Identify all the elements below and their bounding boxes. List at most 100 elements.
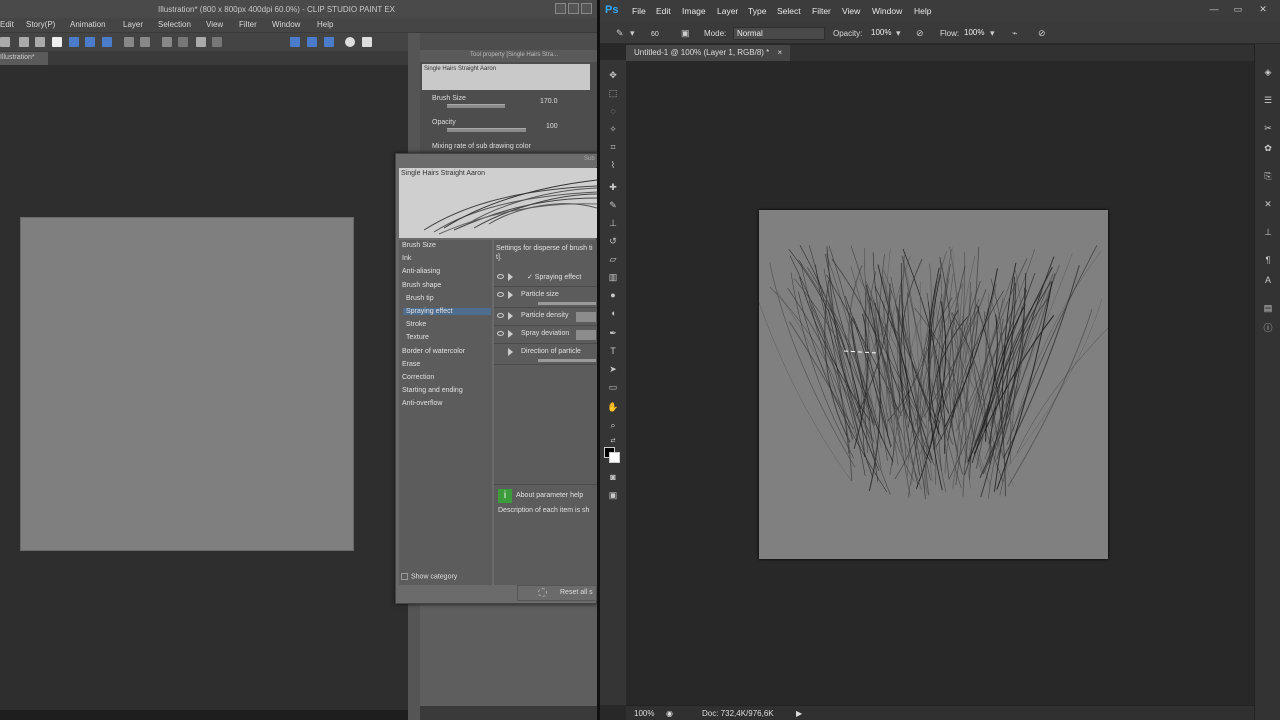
path-select-icon[interactable]: ➤ [607,364,619,375]
healing-brush-icon[interactable]: ✚ [607,182,619,193]
category-erase[interactable]: Erase [402,361,420,368]
expand-icon[interactable] [508,312,513,320]
marquee-tool-icon[interactable]: ⬚ [607,88,619,99]
quick-mask-icon[interactable]: ◙ [607,472,619,483]
particle-size-slider[interactable] [538,302,596,305]
background-color-swatch[interactable] [609,452,620,463]
pressure-opacity-icon[interactable]: ⊘ [916,28,927,39]
paragraph-icon[interactable]: ¶ [1262,254,1274,266]
opacity-slider[interactable] [447,128,526,132]
ruler-icon[interactable] [307,37,317,47]
brush-tool-icon[interactable]: ✎ [616,28,627,39]
hand-tool-icon[interactable]: ✋ [607,402,619,413]
direction-of-particle-slider[interactable] [538,359,596,362]
category-stroke[interactable]: Stroke [406,321,426,328]
character-icon[interactable]: A [1262,274,1274,286]
zoom-tool-icon[interactable]: ⌕ [607,420,619,431]
screen-mode-icon[interactable]: ▣ [607,490,619,501]
particle-density-field[interactable] [576,312,596,322]
page-icon[interactable] [52,37,62,47]
eye-icon[interactable] [497,292,504,297]
expand-icon[interactable] [508,348,513,356]
ps-document-tab[interactable]: Untitled-1 @ 100% (Layer 1, RGB/8) * × [626,45,791,61]
dodge-icon[interactable]: ◖ [607,308,619,319]
save-icon[interactable] [35,37,45,47]
csp-menu-filter[interactable]: Filter [239,20,257,29]
chevron-down-icon[interactable]: ▾ [896,28,907,39]
opacity-field[interactable]: 100% [868,27,896,40]
category-starting-and-ending[interactable]: Starting and ending [402,387,463,394]
ps-menu-filter[interactable]: Filter [812,6,831,16]
undo-icon[interactable] [124,37,134,47]
category-anti-aliasing[interactable]: Anti-aliasing [402,268,440,275]
eye-icon[interactable] [497,313,504,318]
category-brush-shape[interactable]: Brush shape [402,282,441,289]
ruler-icon[interactable] [324,37,334,47]
info-icon[interactable] [345,37,355,47]
setting-particle-size[interactable]: Particle size [494,288,597,308]
ps-canvas[interactable] [759,210,1108,559]
opacity-value[interactable]: 100 [546,123,558,130]
chevron-down-icon[interactable]: ▾ [630,28,641,39]
brush-presets-icon[interactable]: ✿ [1262,142,1274,154]
type-tool-icon[interactable]: T [607,346,619,357]
category-correction[interactable]: Correction [402,374,434,381]
category-spraying-effect[interactable]: Spraying effect [403,308,491,315]
category-brush-size[interactable]: Brush Size [402,242,436,249]
spray-deviation-field[interactable] [576,330,596,340]
expand-icon[interactable] [508,330,513,338]
csp-document-tab[interactable]: Illustration* [0,52,48,65]
ruler-icon[interactable] [290,37,300,47]
blur-icon[interactable]: ● [607,290,619,301]
layer-icon[interactable] [102,37,112,47]
ps-menu-select[interactable]: Select [777,6,801,16]
open-icon[interactable] [19,37,29,47]
fill-icon[interactable] [196,37,206,47]
category-anti-overflow[interactable]: Anti-overflow [402,400,442,407]
restore-icon[interactable]: ▭ [1230,4,1246,16]
layer-icon[interactable] [85,37,95,47]
csp-menu-window[interactable]: Window [272,20,300,29]
select-icon[interactable] [178,37,188,47]
csp-menu-selection[interactable]: Selection [158,20,191,29]
hat-icon[interactable] [362,37,372,47]
category-texture[interactable]: Texture [406,334,429,341]
ps-menu-window[interactable]: Window [872,6,902,16]
setting-spray-deviation[interactable]: Spray deviation [494,327,597,344]
flow-field[interactable]: 100% [961,27,989,40]
clone-source-icon[interactable]: ⎘ [1262,170,1274,182]
ps-menu-help[interactable]: Help [914,6,931,16]
maximize-button[interactable] [568,3,579,14]
close-button[interactable] [581,3,592,14]
ps-menu-image[interactable]: Image [682,6,706,16]
setting-spraying-effect[interactable]: ✓ Spraying effect [494,270,597,287]
tab-close-icon[interactable]: × [778,48,783,57]
csp-menu-layer[interactable]: Layer [123,20,143,29]
category-border-of-watercolor[interactable]: Border of watercolor [402,348,465,355]
category-ink[interactable]: Ink [402,255,411,262]
eraser-icon[interactable]: ▱ [607,254,619,265]
ps-menu-layer[interactable]: Layer [717,6,738,16]
minimize-icon[interactable]: — [1206,4,1222,16]
expand-icon[interactable] [508,273,513,281]
brush-panel-icon[interactable]: ▣ [681,28,692,39]
clone-stamp-icon[interactable]: ⊥ [607,218,619,229]
eye-icon[interactable] [497,274,504,279]
new-icon[interactable] [0,37,10,47]
pressure-size-icon[interactable]: ⊘ [1038,28,1049,39]
status-menu-arrow-icon[interactable]: ▶ [796,709,802,718]
crop-tool-icon[interactable]: ⌗ [607,142,619,153]
ps-menu-file[interactable]: File [632,6,646,16]
csp-menu-view[interactable]: View [206,20,223,29]
setting-direction-of-particle[interactable]: Direction of particle [494,345,597,365]
layers-icon[interactable]: ◈ [1262,66,1274,78]
csp-menu-help[interactable]: Help [317,20,333,29]
close-icon[interactable]: ✕ [1255,4,1271,16]
tool-presets-icon[interactable]: ✕ [1262,198,1274,210]
checkbox-icon[interactable] [401,573,408,580]
clear-icon[interactable] [212,37,222,47]
category-brush-tip[interactable]: Brush tip [406,295,434,302]
transform-icon[interactable] [162,37,172,47]
lasso-tool-icon[interactable]: ◌ [607,106,619,117]
brush-panel-icon[interactable]: ✂ [1262,122,1274,134]
